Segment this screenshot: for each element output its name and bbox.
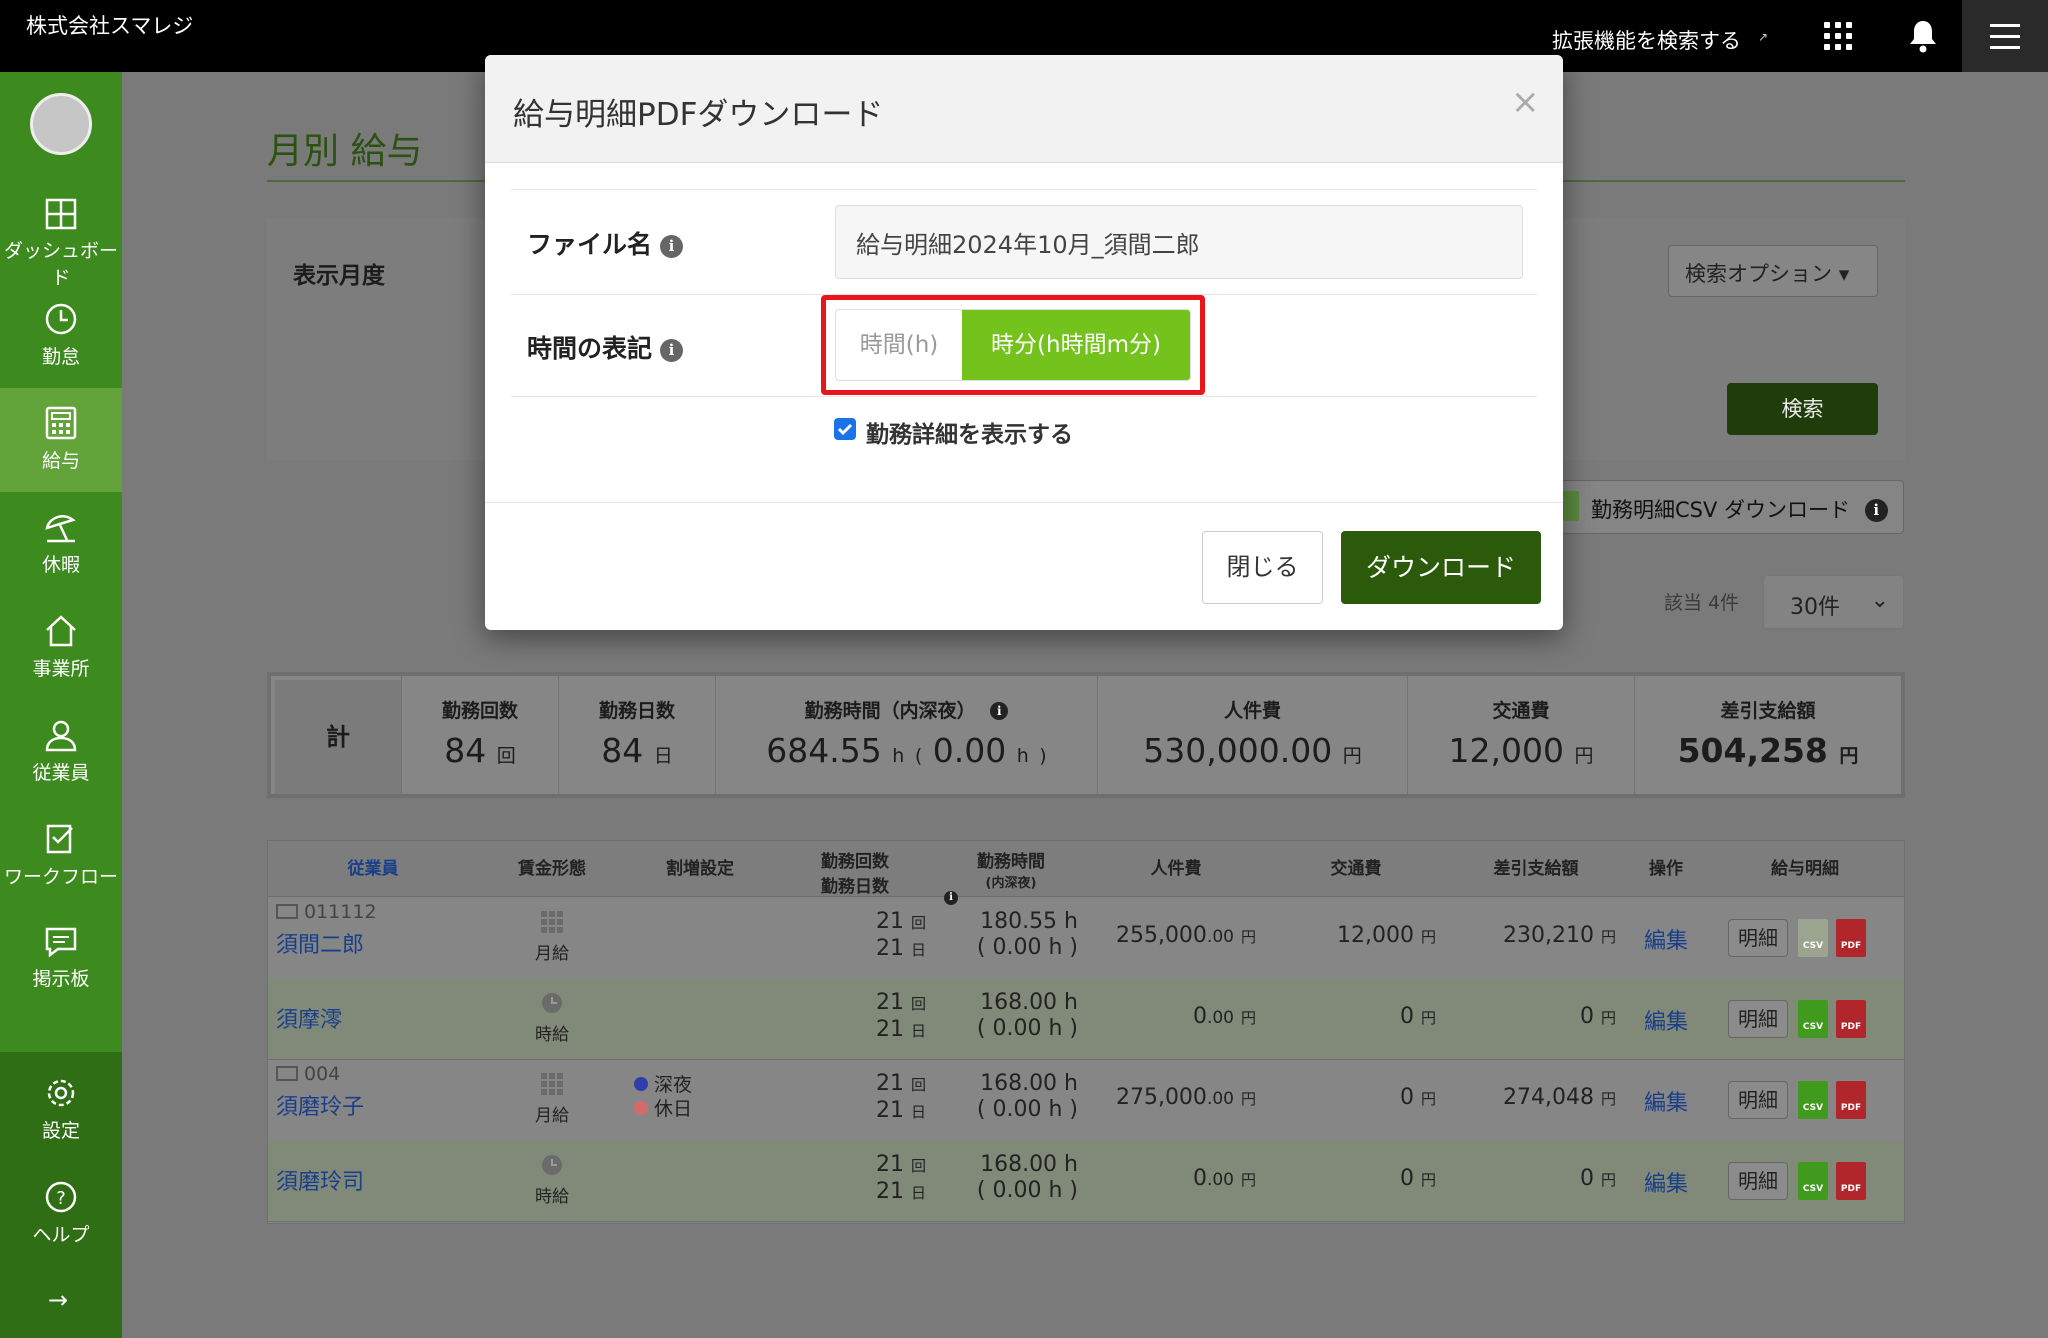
highlight-box <box>821 295 1205 395</box>
file-name-input[interactable] <box>835 205 1523 279</box>
pdf-download-modal: 給与明細PDFダウンロード × ファイル名i 時間の表記i 時間(h) 時分(h… <box>485 55 1563 630</box>
modal-footer-divider <box>485 502 1563 503</box>
show-details-label[interactable]: 勤務詳細を表示する <box>866 415 1073 449</box>
show-details-checkbox[interactable] <box>834 418 856 440</box>
divider <box>511 396 1537 397</box>
divider <box>511 189 1537 190</box>
download-button[interactable]: ダウンロード <box>1341 531 1541 604</box>
modal-title: 給与明細PDFダウンロード <box>513 97 884 133</box>
file-name-label-text: ファイル名 <box>527 230 653 259</box>
close-icon[interactable]: × <box>1511 82 1540 122</box>
file-name-label: ファイル名 i <box>527 225 684 261</box>
time-format-label-text: 時間の表記 <box>527 334 653 363</box>
close-button[interactable]: 閉じる <box>1202 531 1323 604</box>
info-icon[interactable]: i <box>660 235 684 258</box>
time-format-label: 時間の表記 i <box>527 329 684 365</box>
info-icon[interactable]: i <box>660 339 684 362</box>
